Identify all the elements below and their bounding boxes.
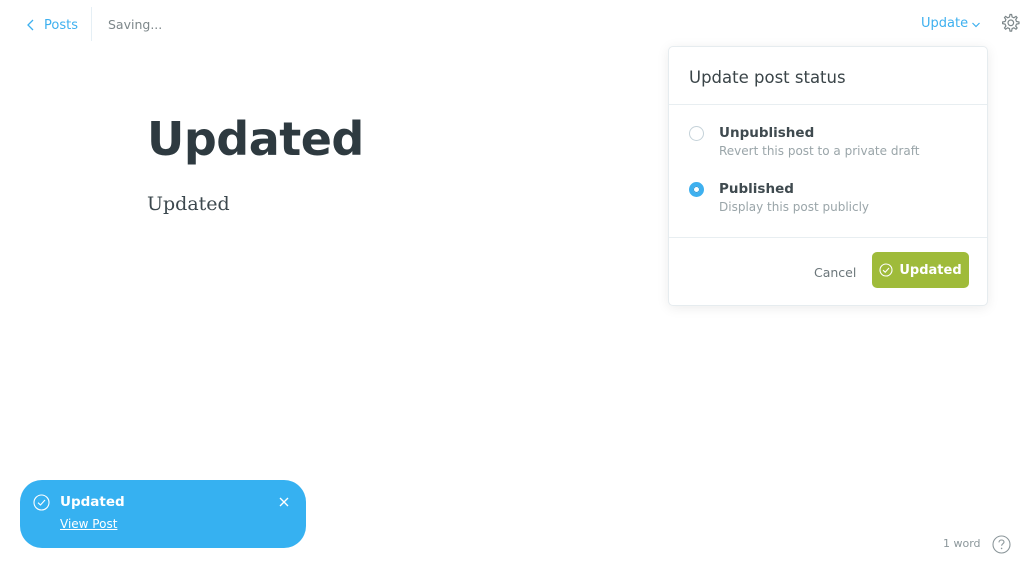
- view-post-link[interactable]: View Post: [60, 517, 117, 531]
- option-description: Display this post publicly: [719, 200, 870, 214]
- topbar-divider: [91, 7, 92, 41]
- published-radio[interactable]: [689, 182, 704, 197]
- update-menu-trigger[interactable]: Update: [921, 16, 981, 31]
- unpublished-radio[interactable]: [689, 126, 704, 141]
- back-link-label: Posts: [44, 17, 78, 33]
- option-label: Unpublished: [719, 125, 815, 141]
- confirm-button-label: Updated: [899, 262, 962, 278]
- chevron-down-icon: [972, 22, 981, 27]
- post-status-popover: Update post status Unpublished Revert th…: [668, 46, 988, 306]
- gear-icon[interactable]: [999, 12, 1021, 34]
- chevron-left-icon: [27, 19, 34, 31]
- status-option-unpublished[interactable]: Unpublished Revert this post to a privat…: [689, 124, 919, 158]
- popover-divider: [669, 237, 987, 238]
- update-notification: Updated View Post: [20, 480, 306, 548]
- popover-title: Update post status: [669, 47, 987, 105]
- option-label: Published: [719, 181, 794, 197]
- notification-title: Updated: [60, 494, 125, 510]
- post-body[interactable]: Updated: [147, 193, 230, 215]
- update-menu-label: Update: [921, 16, 969, 31]
- confirm-update-button[interactable]: Updated: [872, 252, 969, 288]
- back-to-posts-link[interactable]: Posts: [24, 15, 78, 35]
- check-circle-icon: [33, 494, 50, 511]
- question-circle-icon[interactable]: [992, 535, 1011, 554]
- save-status: Saving...: [108, 17, 163, 32]
- word-count: 1 word: [943, 537, 981, 550]
- status-option-published[interactable]: Published Display this post publicly: [689, 180, 869, 214]
- close-icon[interactable]: [277, 495, 291, 509]
- post-title[interactable]: Updated: [147, 112, 364, 166]
- check-circle-icon: [879, 263, 893, 277]
- option-description: Revert this post to a private draft: [719, 144, 920, 158]
- cancel-button[interactable]: Cancel: [814, 265, 856, 280]
